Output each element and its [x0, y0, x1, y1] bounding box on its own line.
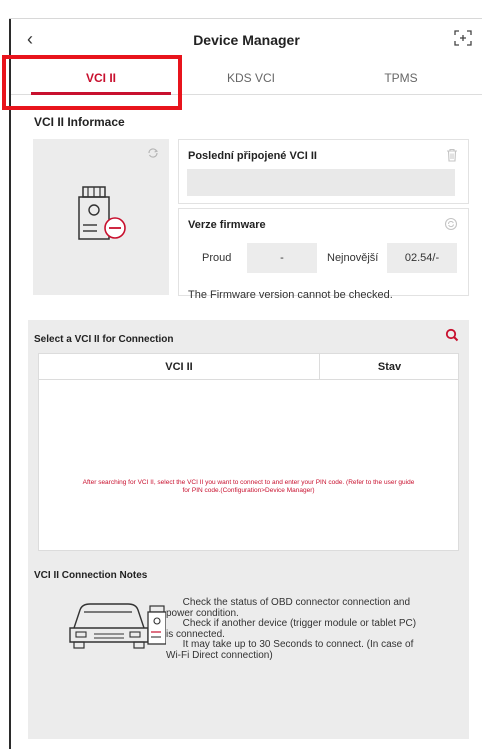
firmware-current-label: Proud [202, 252, 232, 264]
vci-device-table: VCI II Stav After searching for VCI II, … [38, 353, 459, 551]
firmware-latest-value: 02.54/- [387, 243, 457, 273]
firmware-card: Verze firmware Proud - Nejnovější 02.54/… [178, 208, 469, 301]
trash-icon[interactable] [446, 148, 458, 162]
note-line: It may take up to 30 Seconds to connect.… [166, 639, 414, 650]
column-header-status: Stav [320, 354, 459, 380]
empty-table-message: After searching for VCI II, select the V… [82, 479, 415, 494]
select-vci-heading: Select a VCI II for Connection [34, 334, 174, 345]
last-connected-vci-field [187, 169, 455, 196]
firmware-latest-label: Nejnovější [327, 252, 379, 264]
note-line: Check the status of OBD connector connec… [166, 597, 411, 608]
firmware-title: Verze firmware [188, 219, 266, 231]
last-connected-title: Poslední připojené VCI II [188, 150, 317, 162]
note-line: Check if another device (trigger module … [166, 618, 417, 629]
vci-disconnected-icon [78, 186, 126, 240]
last-connected-card: Poslední připojené VCI II [178, 139, 469, 204]
tab-highlight-annotation [2, 55, 182, 110]
search-icon[interactable] [445, 328, 459, 342]
tab-tpms[interactable]: TPMS [331, 61, 471, 95]
firmware-current-value: - [247, 243, 317, 273]
vci-info-heading: VCI II Informace [34, 115, 125, 129]
firmware-refresh-icon[interactable] [444, 217, 458, 231]
car-obd-icon [69, 603, 166, 649]
connection-notes-text: Check the status of OBD connector connec… [166, 597, 456, 661]
tab-kds-vci[interactable]: KDS VCI [181, 61, 321, 95]
expand-screen-icon[interactable] [454, 30, 472, 46]
column-header-vci: VCI II [39, 354, 319, 380]
window-left-border [9, 18, 11, 749]
page-title: Device Manager [193, 32, 300, 48]
note-line: Wi-Fi Direct connection) [166, 649, 273, 661]
firmware-status-note: The Firmware version cannot be checked. [188, 289, 393, 301]
vci-device-panel [33, 139, 169, 295]
connection-notes-section: VCI II Connection Notes Check the status… [28, 564, 469, 739]
refresh-icon[interactable] [147, 147, 159, 159]
connection-notes-heading: VCI II Connection Notes [34, 570, 148, 581]
vci-select-section: Select a VCI II for Connection VCI II St… [28, 320, 469, 564]
